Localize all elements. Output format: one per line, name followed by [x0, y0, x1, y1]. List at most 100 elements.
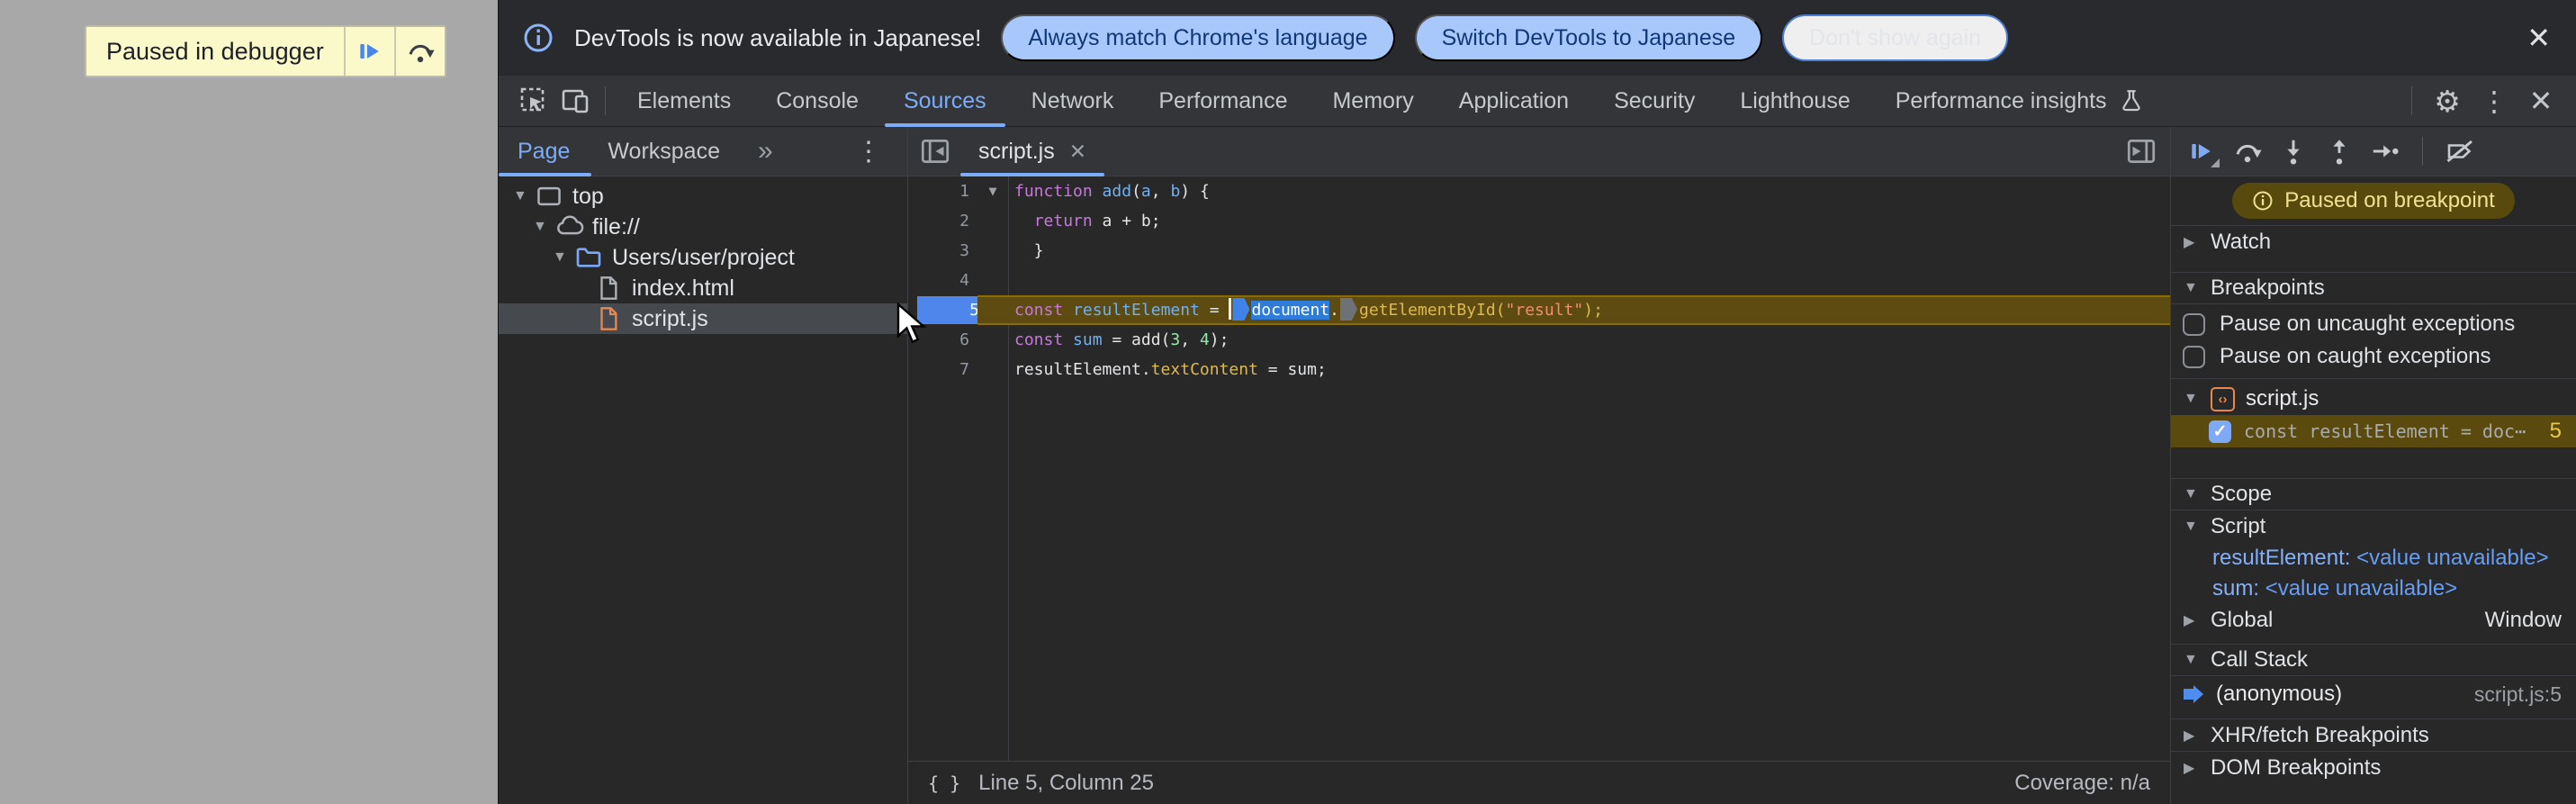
token: function [1014, 182, 1093, 201]
scope-global-section[interactable]: ▶ Global Window [2171, 604, 2576, 637]
continue-to-here-marker-icon[interactable] [1232, 298, 1250, 321]
always-match-language-button[interactable]: Always match Chrome's language [1001, 14, 1395, 61]
switch-devtools-japanese-button[interactable]: Switch DevTools to Japanese [1414, 14, 1763, 61]
hide-debugger-sidebar-icon[interactable] [2121, 131, 2161, 171]
breakpoint-line-number: 5 [2549, 419, 2562, 443]
step-button[interactable] [2367, 132, 2403, 170]
scope-variable-row[interactable]: resultElement <value unavailable> [2171, 543, 2576, 574]
settings-gear-icon[interactable]: ⚙ [2427, 80, 2468, 122]
token: textContent [1150, 360, 1258, 379]
breakpoint-entry[interactable]: ✓ const resultElement = doc⋯ 5 [2171, 415, 2576, 447]
checkbox-unchecked[interactable] [2183, 345, 2205, 368]
tab-performance-insights[interactable]: Performance insights [1873, 76, 2167, 127]
tree-item-file-[interactable]: ▼ file:// [499, 212, 907, 242]
tab-label: Memory [1332, 87, 1414, 113]
scope-variable-row[interactable]: sum <value unavailable> [2171, 574, 2576, 604]
token: , [1150, 182, 1171, 201]
resume-script-button[interactable] [343, 27, 394, 76]
token: a + b; [1092, 212, 1161, 230]
deactivate-breakpoints-button[interactable] [2442, 132, 2478, 170]
step-over-button[interactable] [2229, 132, 2265, 170]
fold-arrow-icon[interactable]: ▼ [977, 176, 1008, 206]
scope-script-section[interactable]: ▼ Script [2171, 510, 2576, 543]
call-stack-frame[interactable]: (anonymous) script.js:5 [2171, 676, 2576, 712]
code-text: } [1008, 236, 1044, 266]
token: resultElement. [1014, 360, 1151, 379]
line-number[interactable]: 2 [908, 206, 977, 236]
inspect-element-icon[interactable] [513, 80, 554, 122]
chevron-down-icon: ▼ [2184, 652, 2198, 667]
pause-uncaught-label: Pause on uncaught exceptions [2220, 312, 2516, 336]
line-number[interactable]: 7 [908, 355, 977, 384]
file-icon-orange [592, 304, 625, 333]
chevron-down-icon[interactable]: ▼ [513, 188, 533, 204]
tab-security[interactable]: Security [1591, 76, 1717, 127]
resume-button[interactable] [2184, 132, 2220, 170]
tab-elements[interactable]: Elements [615, 76, 753, 127]
navigator-menu-icon[interactable]: ⋮ [855, 136, 907, 167]
tree-item-users-user-project[interactable]: ▼ Users/user/project [499, 242, 907, 273]
section-call-stack[interactable]: ▼ Call Stack [2171, 644, 2576, 676]
editor-tab-script-js[interactable]: script.js ✕ [960, 127, 1105, 176]
code-editor[interactable]: 1 ▼ function add(a, b) {2 return a + b; 3 }… [908, 176, 2170, 761]
code-line-content: } [977, 236, 2170, 266]
section-watch[interactable]: ▶ Watch [2171, 225, 2576, 257]
chevron-down-icon[interactable]: ▼ [533, 219, 553, 235]
tab-lighthouse[interactable]: Lighthouse [1717, 76, 1872, 127]
step-into-button[interactable] [2275, 132, 2311, 170]
tab-console[interactable]: Console [753, 76, 881, 127]
section-dom-breakpoints[interactable]: ▶ DOM Breakpoints [2171, 751, 2576, 783]
tab-workspace[interactable]: Workspace [608, 127, 720, 176]
code-line-6[interactable]: 6 const sum = add(3, 4); [908, 325, 2170, 355]
line-number[interactable]: 4 [908, 266, 977, 295]
step-out-button[interactable] [2321, 132, 2357, 170]
pretty-print-button[interactable]: { } [928, 772, 960, 794]
code-line-2[interactable]: 2 return a + b; [908, 206, 2170, 236]
tab-memory[interactable]: Memory [1310, 76, 1436, 127]
debugger-pane: Paused on breakpoint ▶ Watch ▼ Breakpoin… [2170, 127, 2576, 804]
devtools-close-icon[interactable]: ✕ [2520, 80, 2562, 122]
dont-show-again-button[interactable]: Don't show again [1782, 14, 2009, 61]
fold-column [977, 297, 1008, 323]
code-line-5[interactable]: 5 const resultElement = document. getEleme… [908, 295, 2170, 325]
close-tab-icon[interactable]: ✕ [1069, 140, 1086, 162]
code-line-1[interactable]: 1 ▼ function add(a, b) { [908, 176, 2170, 206]
tab-label: Lighthouse [1740, 87, 1851, 113]
checkbox-unchecked[interactable] [2183, 312, 2205, 336]
tree-item-top[interactable]: ▼ top [499, 181, 907, 212]
device-toolbar-icon[interactable] [554, 80, 596, 122]
section-xhr-breakpoints[interactable]: ▶ XHR/fetch Breakpoints [2171, 718, 2576, 751]
tab-network[interactable]: Network [1009, 76, 1137, 127]
pause-uncaught-exceptions-row[interactable]: Pause on uncaught exceptions [2171, 308, 2576, 340]
variable-value: <value unavailable> [2265, 576, 2458, 601]
hide-navigator-icon[interactable] [915, 131, 955, 171]
dom-breakpoints-title: DOM Breakpoints [2211, 754, 2382, 780]
tab-sources[interactable]: Sources [881, 76, 1009, 127]
section-breakpoints[interactable]: ▼ Breakpoints [2171, 272, 2576, 304]
chevron-down-icon[interactable]: ▼ [553, 249, 572, 266]
tab-label: Elements [637, 87, 732, 113]
code-line-3[interactable]: 3 } [908, 236, 2170, 266]
line-number[interactable]: 3 [908, 236, 977, 266]
tab-performance[interactable]: Performance [1136, 76, 1310, 127]
infobar-close-icon[interactable]: ✕ [2526, 23, 2551, 52]
fold-column [977, 266, 1008, 295]
breakpoint-file-group[interactable]: ▼ ‹› script.js [2171, 383, 2576, 415]
code-line-7[interactable]: 7 resultElement.textContent = sum; [908, 355, 2170, 384]
line-number[interactable]: 1 [908, 176, 977, 206]
continue-to-here-marker-icon[interactable] [1339, 298, 1357, 321]
pause-caught-exceptions-row[interactable]: Pause on caught exceptions [2171, 340, 2576, 373]
more-options-icon[interactable]: ⋮ [2473, 80, 2515, 122]
section-scope[interactable]: ▼ Scope [2171, 478, 2576, 510]
tab-application[interactable]: Application [1437, 76, 1591, 127]
step-over-icon [405, 36, 436, 67]
info-icon [2252, 190, 2274, 212]
more-tabs-icon[interactable]: » [758, 136, 773, 167]
tree-item-index-html[interactable]: index.html [499, 273, 907, 303]
step-over-button[interactable] [393, 27, 445, 76]
step-icon [2370, 136, 2400, 167]
checkbox-checked[interactable]: ✓ [2209, 420, 2231, 443]
tree-item-script-js[interactable]: script.js [499, 303, 907, 334]
tab-page[interactable]: Page [498, 127, 592, 176]
code-line-4[interactable]: 4 [908, 266, 2170, 295]
